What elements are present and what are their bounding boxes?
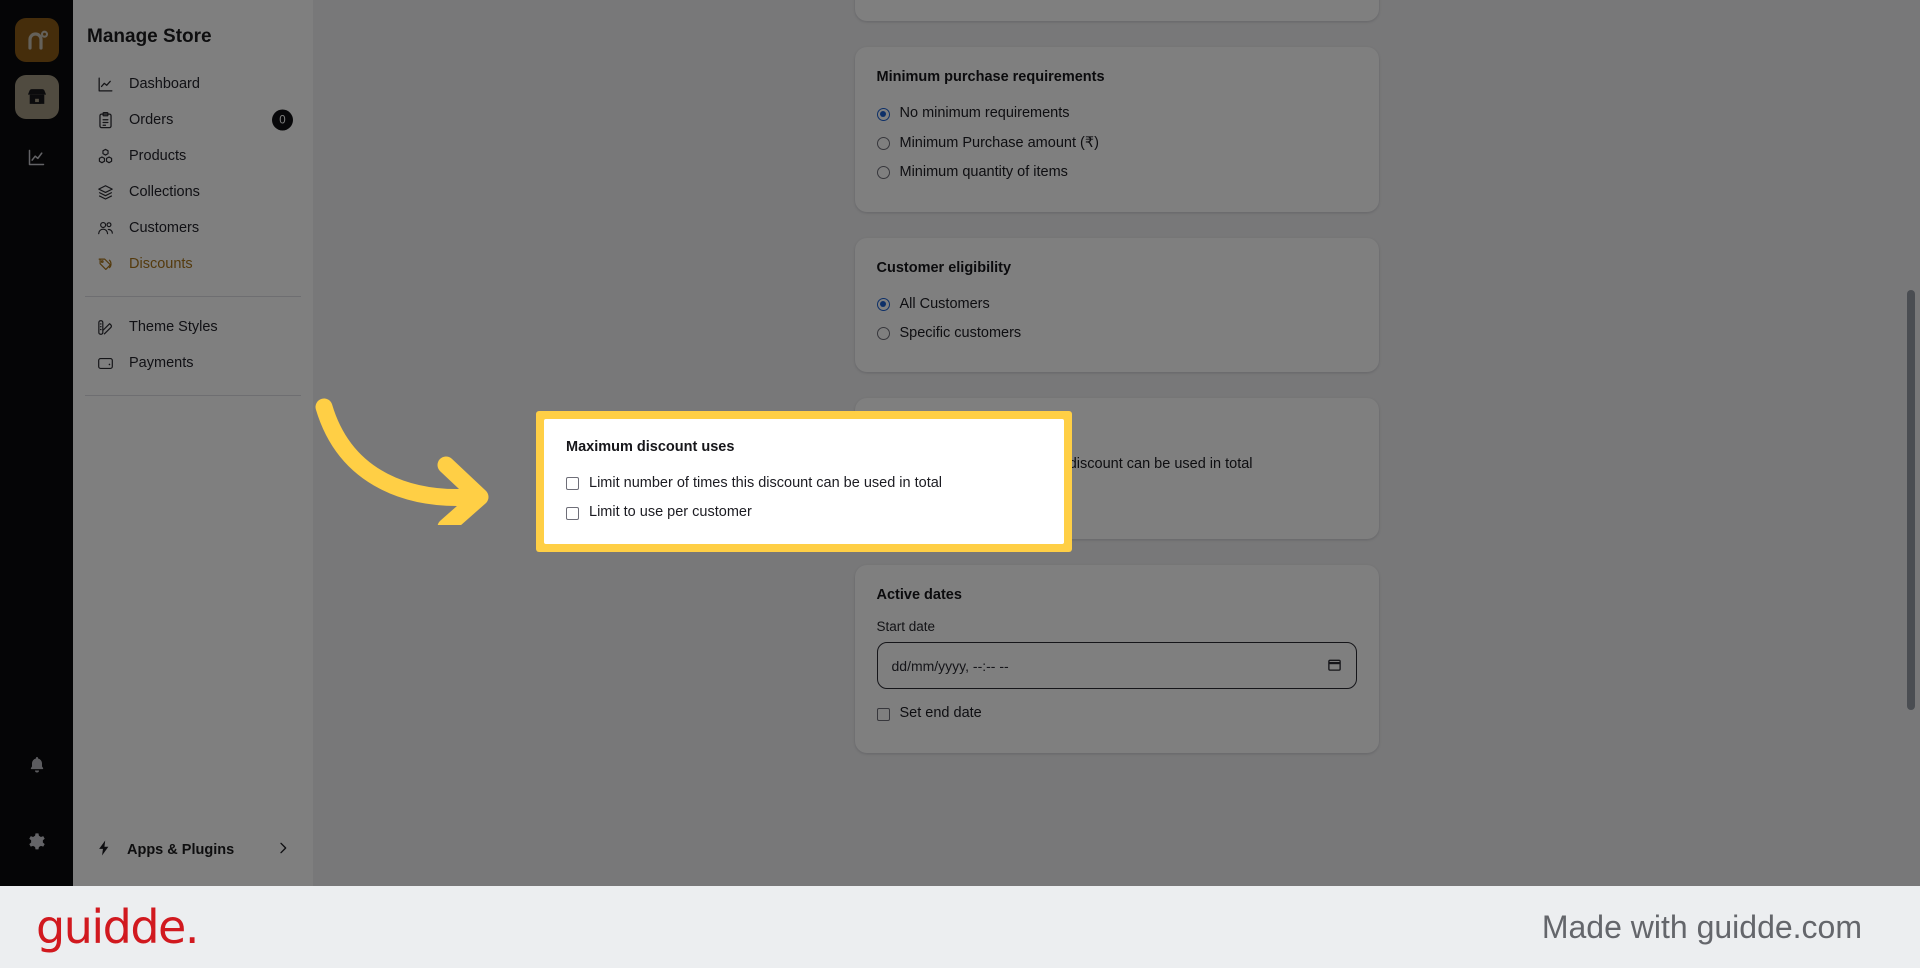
screenshot-root: Exclude shipping rates over a certain am… (0, 0, 1920, 968)
option-label: All Customers (899, 295, 990, 312)
chevron-right-icon (275, 840, 291, 860)
checkbox-limit-total[interactable] (566, 477, 579, 491)
sidebar-item-dashboard[interactable]: Dashboard (85, 66, 301, 102)
sidebar-item-theme-styles[interactable]: Theme Styles (85, 309, 301, 345)
option-label: Limit number of times this discount can … (589, 475, 943, 491)
start-date-label: Start date (876, 619, 936, 635)
layers-icon (95, 182, 115, 202)
option-label: No minimum requirements (899, 105, 1070, 122)
palette-icon (95, 317, 115, 337)
wallet-icon (95, 353, 115, 373)
page-title: Manage Store (87, 26, 212, 47)
sidebar-item-label: Discounts (129, 256, 193, 272)
sidebar-item-label: Collections (129, 184, 200, 200)
radio-no-minimum[interactable] (876, 107, 890, 121)
checkbox-limit-per-customer[interactable] (566, 506, 579, 520)
start-date-input[interactable]: dd/mm/yyyy, --:-- -- (876, 642, 1357, 690)
sidebar-item-label: Products (129, 148, 187, 164)
checkbox-row-set-end-date[interactable]: Set end date (876, 699, 1357, 728)
bolt-icon (95, 839, 113, 861)
option-label: Minimum Purchase amount (₹) (899, 134, 1099, 151)
radio-row-all-customers[interactable]: All Customers (876, 290, 1357, 319)
card-title: Minimum purchase requirements (876, 69, 1105, 86)
card-title: Maximum discount uses (566, 439, 735, 455)
made-with-guidde-text: Made with guidde.com (1541, 908, 1862, 945)
rail-storefront-icon[interactable] (14, 75, 59, 119)
radio-row-no-minimum[interactable]: No minimum requirements (876, 99, 1357, 128)
rail-analytics-icon[interactable] (15, 135, 59, 179)
sidebar-primary-list: Dashboard Orders 0 Products Collections … (73, 66, 313, 282)
sidebar-item-label: Payments (129, 355, 194, 371)
sidebar-secondary-list: Theme Styles Payments (73, 309, 313, 381)
radio-specific-customers[interactable] (876, 327, 890, 341)
start-date-value: dd/mm/yyyy, --:-- -- (891, 657, 1009, 674)
shipping-rates-card: Exclude shipping rates over a certain am… (854, 0, 1379, 22)
sidebar-item-label: Apps & Plugins (127, 842, 235, 858)
tag-icon (95, 254, 115, 274)
users-icon (95, 218, 115, 238)
sidebar-divider-1 (85, 296, 301, 297)
card-title: Active dates (876, 587, 962, 604)
radio-minimum-quantity[interactable] (876, 166, 890, 180)
sidebar: Manage Store Dashboard Orders 0 Products… (73, 0, 313, 886)
card-title: Customer eligibility (876, 259, 1012, 276)
vertical-scrollbar[interactable] (1907, 290, 1915, 710)
radio-all-customers[interactable] (876, 297, 890, 311)
status-badge: 0 (272, 109, 293, 131)
radio-row-specific-customers[interactable]: Specific customers (876, 319, 1357, 348)
sidebar-item-apps-plugins[interactable]: Apps & Plugins (85, 830, 301, 870)
sidebar-item-customers[interactable]: Customers (85, 210, 301, 246)
minimum-purchase-requirements-card: Minimum purchase requirements No minimum… (854, 47, 1379, 212)
option-label: Minimum quantity of items (899, 164, 1068, 181)
option-label: Limit to use per customer (589, 504, 752, 521)
radio-minimum-amount[interactable] (876, 136, 890, 150)
sidebar-item-label: Dashboard (129, 76, 200, 92)
sidebar-item-label: Theme Styles (129, 319, 218, 335)
highlight-frame: Maximum discount uses Limit number of ti… (536, 411, 1072, 552)
sidebar-item-payments[interactable]: Payments (85, 345, 301, 381)
checkbox-row-limit-per-customer[interactable]: Limit to use per customer (566, 498, 1042, 527)
icon-rail (0, 0, 73, 886)
sidebar-divider-2 (85, 395, 301, 396)
customer-eligibility-card: Customer eligibility All Customers Speci… (854, 237, 1379, 373)
sidebar-item-products[interactable]: Products (85, 138, 301, 174)
clipboard-icon (95, 110, 115, 130)
sidebar-item-discounts[interactable]: Discounts (85, 246, 301, 282)
checkbox-set-end-date[interactable] (876, 707, 890, 721)
calendar-icon[interactable] (1327, 657, 1342, 675)
chart-line-icon (95, 74, 115, 94)
option-label: Set end date (899, 705, 982, 722)
checkbox-row-limit-total[interactable]: Limit number of times this discount can … (566, 469, 1042, 498)
gear-icon[interactable] (15, 820, 59, 864)
sidebar-item-orders[interactable]: Orders 0 (85, 102, 301, 138)
radio-row-minimum-amount[interactable]: Minimum Purchase amount (₹) (876, 129, 1357, 158)
active-dates-card: Active dates Start date dd/mm/yyyy, --:-… (854, 565, 1379, 753)
store-logo-icon[interactable] (14, 18, 59, 62)
guidde-logo: guidde. (36, 900, 199, 954)
option-label: Specific customers (899, 324, 1022, 341)
radio-row-minimum-quantity[interactable]: Minimum quantity of items (876, 158, 1357, 187)
sidebar-item-collections[interactable]: Collections (85, 174, 301, 210)
maximum-discount-uses-card-highlighted: Maximum discount uses Limit number of ti… (544, 419, 1064, 544)
sidebar-item-label: Customers (129, 220, 200, 236)
guidde-footer: guidde. Made with guidde.com (0, 886, 1920, 968)
bell-icon[interactable] (15, 742, 59, 786)
sidebar-item-label: Orders (129, 112, 174, 128)
boxes-icon (95, 146, 115, 166)
